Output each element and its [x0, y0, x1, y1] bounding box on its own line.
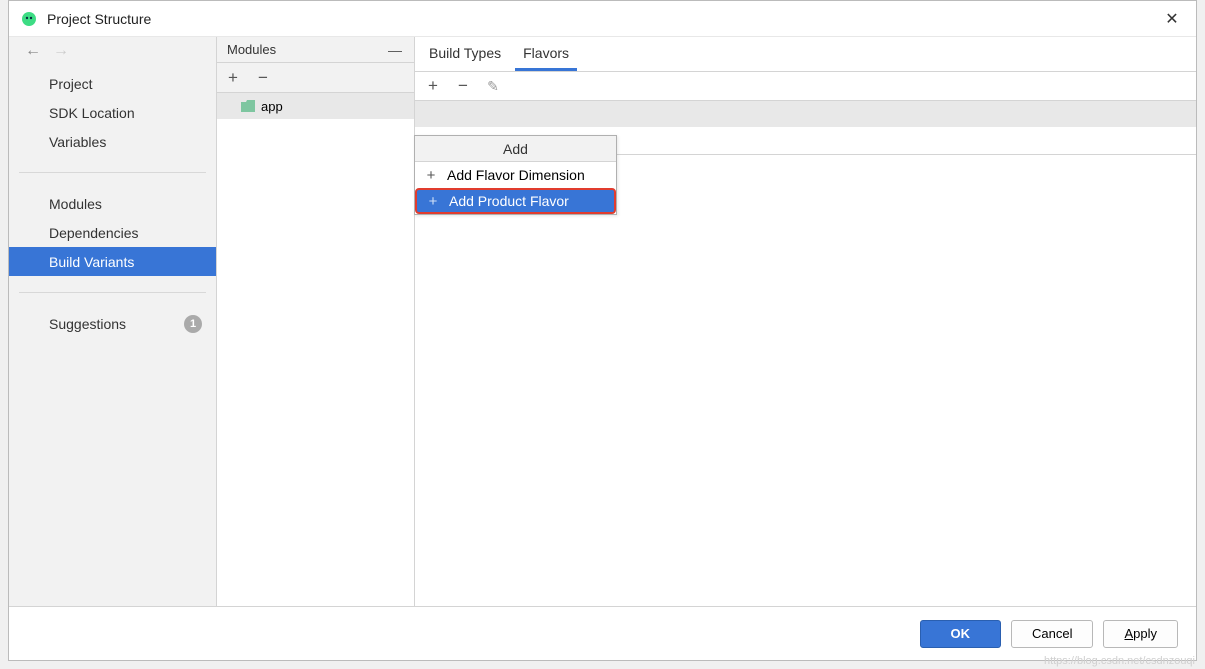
plus-icon: + [425, 167, 437, 184]
apply-button[interactable]: Apply [1103, 620, 1178, 648]
back-icon[interactable]: ← [25, 42, 41, 60]
cancel-button[interactable]: Cancel [1011, 620, 1093, 648]
sidebar-item-build-variants[interactable]: Build Variants [9, 247, 216, 276]
add-popup: Add + Add Flavor Dimension + Add Product… [414, 135, 617, 215]
sidebar-item-sdk-location[interactable]: SDK Location [9, 98, 216, 127]
module-name: app [261, 99, 283, 114]
popup-title: Add [415, 136, 616, 162]
dialog-footer: OK Cancel Apply [9, 606, 1196, 660]
modules-header-label: Modules [227, 42, 276, 57]
popup-item-add-product-flavor[interactable]: + Add Product Flavor [415, 188, 616, 214]
modules-header: Modules — [217, 37, 414, 63]
sidebar-item-modules[interactable]: Modules [9, 189, 216, 218]
modules-toolbar: + − [217, 63, 414, 93]
popup-item-add-flavor-dimension[interactable]: + Add Flavor Dimension [415, 162, 616, 188]
sidebar-list: Project SDK Location Variables Modules D… [9, 65, 216, 606]
sidebar-item-suggestions[interactable]: Suggestions 1 [9, 309, 216, 338]
sidebar: ← → Project SDK Location Variables Modul… [9, 37, 217, 606]
modules-panel: Modules — + − app [217, 37, 415, 606]
tab-flavors[interactable]: Flavors [515, 39, 577, 71]
folder-icon [241, 100, 255, 112]
watermark: https://blog.csdn.net/csdnzouqi [1044, 655, 1195, 667]
ok-button[interactable]: OK [920, 620, 1002, 648]
sidebar-item-variables[interactable]: Variables [9, 127, 216, 156]
tab-build-types[interactable]: Build Types [421, 39, 509, 71]
dialog-body: ← → Project SDK Location Variables Modul… [9, 37, 1196, 606]
flavors-toolbar: + − ✎ [415, 71, 1196, 101]
remove-flavor-icon[interactable]: − [453, 76, 473, 96]
add-flavor-icon[interactable]: + [423, 76, 443, 96]
suggestions-badge: 1 [184, 315, 202, 333]
divider [19, 292, 206, 293]
sidebar-item-label: Suggestions [49, 316, 126, 332]
module-item-app[interactable]: app [217, 93, 414, 119]
titlebar: Project Structure ✕ [9, 1, 1196, 37]
popup-item-label: Add Flavor Dimension [447, 167, 585, 183]
plus-icon: + [427, 193, 439, 210]
sidebar-item-dependencies[interactable]: Dependencies [9, 218, 216, 247]
divider [19, 172, 206, 173]
apply-label-rest: pply [1133, 626, 1157, 641]
remove-module-icon[interactable]: − [253, 68, 273, 88]
close-icon[interactable]: ✕ [1160, 7, 1184, 31]
modules-list: app [217, 93, 414, 606]
tabs: Build Types Flavors [415, 37, 1196, 71]
app-icon [21, 11, 37, 27]
popup-item-label: Add Product Flavor [449, 193, 569, 209]
center-panel: Build Types Flavors + − ✎ Add + Add Flav… [415, 37, 1196, 606]
edit-flavor-icon[interactable]: ✎ [483, 76, 503, 96]
minimize-icon[interactable]: — [386, 42, 404, 58]
project-structure-dialog: Project Structure ✕ ← → Project SDK Loca… [8, 0, 1197, 661]
window-title: Project Structure [47, 11, 1160, 27]
content-row [415, 101, 1196, 127]
add-module-icon[interactable]: + [223, 68, 243, 88]
sidebar-item-project[interactable]: Project [9, 69, 216, 98]
nav-arrows: ← → [9, 37, 216, 65]
forward-icon[interactable]: → [53, 42, 69, 60]
